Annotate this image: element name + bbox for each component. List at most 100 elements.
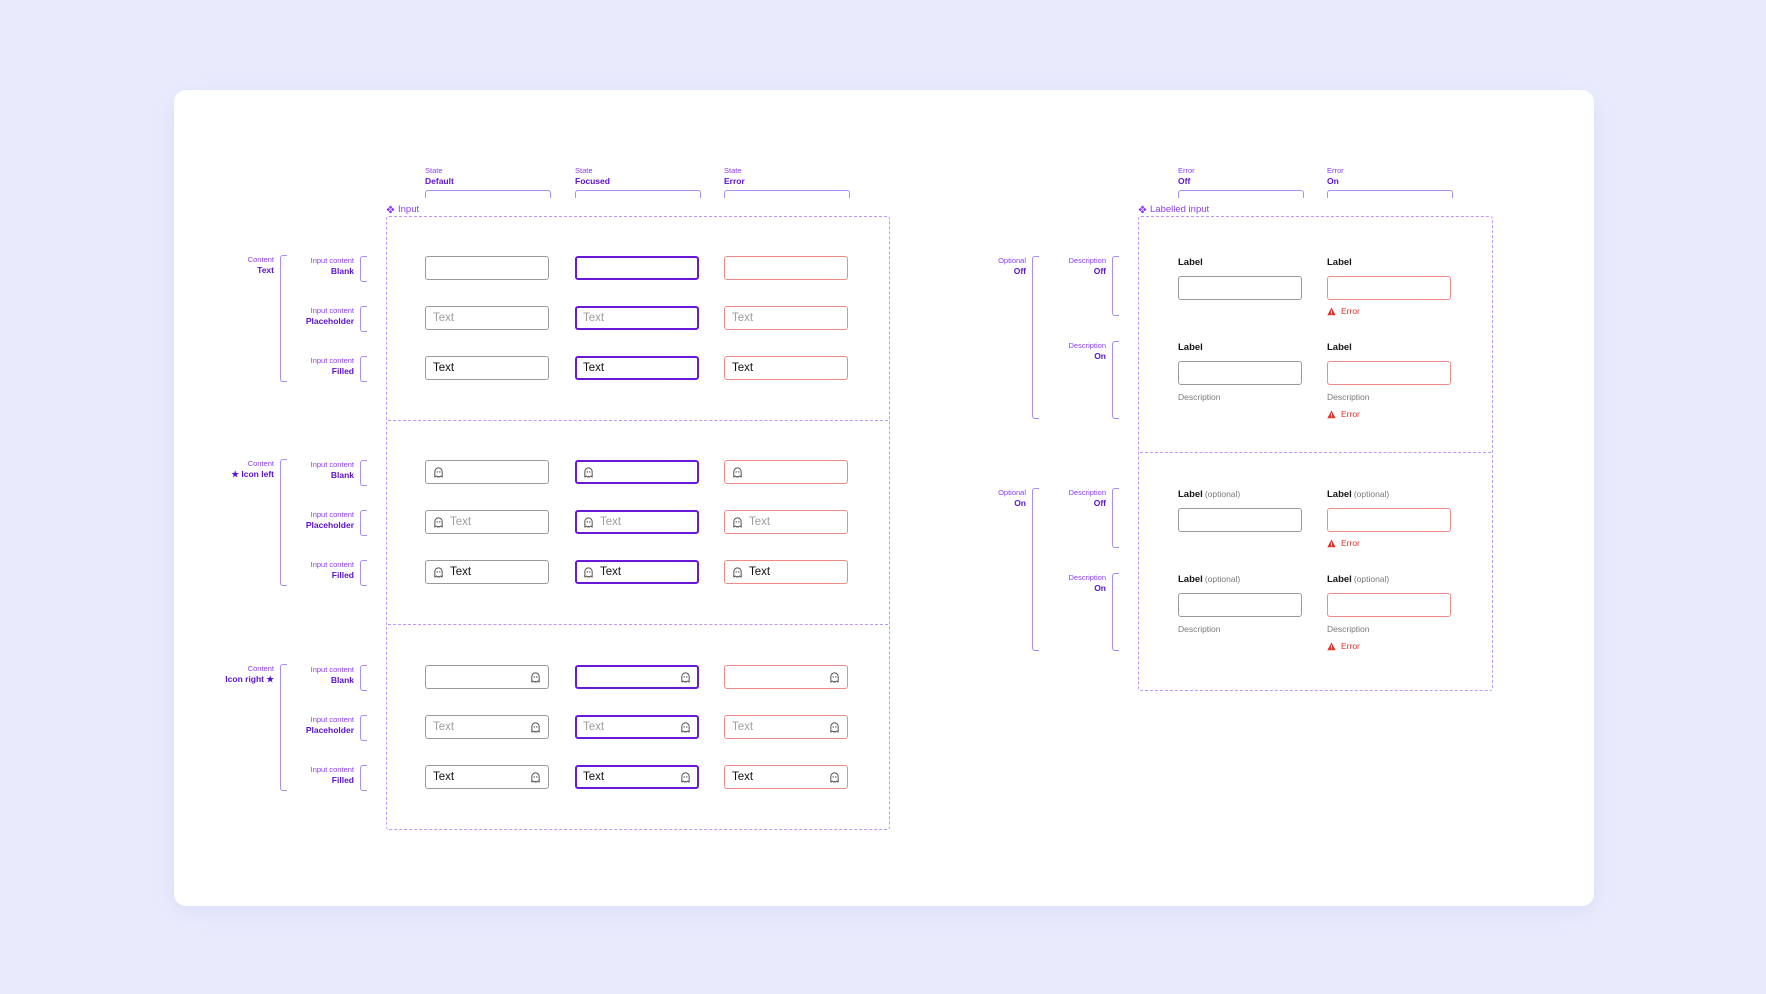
icon-left-input-focused-blank[interactable] bbox=[575, 460, 699, 484]
ghost-icon bbox=[732, 566, 743, 578]
icon-right-input-focused-placeholder[interactable]: Text bbox=[575, 715, 699, 739]
row-value-placeholder: Placeholder bbox=[305, 725, 354, 735]
group-key-content: Content bbox=[247, 459, 274, 468]
row-bracket bbox=[360, 715, 367, 741]
field-label: Label bbox=[1178, 342, 1203, 353]
filled-text: Text bbox=[732, 362, 754, 374]
ghost-icon bbox=[583, 566, 594, 578]
row-bracket bbox=[1112, 341, 1119, 419]
warning-triangle-icon bbox=[1327, 307, 1336, 315]
icon-left-input-focused-placeholder[interactable]: Text bbox=[575, 510, 699, 534]
text-input-default-blank[interactable] bbox=[425, 256, 549, 280]
group-value-optional-off: Off bbox=[1013, 266, 1026, 276]
row-value-description-off: Off bbox=[1093, 266, 1106, 276]
column-key-state-error: State bbox=[724, 166, 742, 175]
column-value-default: Default bbox=[425, 176, 454, 186]
group-value-icon-right: Icon right ★ bbox=[225, 674, 274, 684]
icon-right-input-error-blank[interactable] bbox=[724, 665, 848, 689]
column-key-error-off: Error bbox=[1178, 166, 1195, 175]
icon-left-input-default-placeholder[interactable]: Text bbox=[425, 510, 549, 534]
text-input-error-placeholder[interactable]: Text bbox=[724, 306, 848, 330]
filled-text: Text bbox=[600, 566, 622, 578]
icon-right-input-default-placeholder[interactable]: Text bbox=[425, 715, 549, 739]
text-input-error-blank[interactable] bbox=[724, 256, 848, 280]
group-key-optional: Optional bbox=[998, 256, 1026, 265]
row-value-placeholder: Placeholder bbox=[305, 520, 354, 530]
icon-right-input-error-placeholder[interactable]: Text bbox=[724, 715, 848, 739]
placeholder-text: Text bbox=[732, 312, 754, 324]
placeholder-text: Text bbox=[600, 516, 622, 528]
error-message: Error bbox=[1327, 538, 1360, 548]
filled-text: Text bbox=[433, 771, 455, 783]
row-key-input-content: Input content bbox=[310, 765, 354, 774]
icon-right-input-focused-blank[interactable] bbox=[575, 665, 699, 689]
row-bracket bbox=[360, 765, 367, 791]
icon-left-input-focused-filled[interactable]: Text bbox=[575, 560, 699, 584]
group-bracket bbox=[1032, 488, 1039, 651]
row-bracket bbox=[1112, 256, 1119, 316]
icon-right-input-default-blank[interactable] bbox=[425, 665, 549, 689]
group-divider bbox=[1140, 452, 1491, 453]
optional-suffix: (optional) bbox=[1353, 489, 1390, 499]
group-value-optional-on: On bbox=[1014, 498, 1026, 508]
row-key-input-content: Input content bbox=[310, 306, 354, 315]
labelled-input-default[interactable] bbox=[1178, 361, 1302, 385]
labelled-input-error[interactable] bbox=[1327, 593, 1451, 617]
row-value-description-on: On bbox=[1094, 583, 1106, 593]
icon-right-input-focused-filled[interactable]: Text bbox=[575, 765, 699, 789]
labelled-input-default[interactable] bbox=[1178, 276, 1302, 300]
icon-left-input-error-blank[interactable] bbox=[724, 460, 848, 484]
column-value-focused: Focused bbox=[575, 176, 610, 186]
column-bracket bbox=[1327, 190, 1453, 198]
ghost-icon bbox=[680, 721, 691, 733]
text-input-default-placeholder[interactable]: Text bbox=[425, 306, 549, 330]
text-input-focused-blank[interactable] bbox=[575, 256, 699, 280]
labelled-input-default[interactable] bbox=[1178, 593, 1302, 617]
field-description: Description bbox=[1178, 392, 1221, 402]
ghost-icon bbox=[680, 771, 691, 783]
ghost-icon bbox=[829, 721, 840, 733]
column-bracket bbox=[425, 190, 551, 198]
warning-triangle-icon bbox=[1327, 642, 1336, 650]
icon-right-input-error-filled[interactable]: Text bbox=[724, 765, 848, 789]
placeholder-text: Text bbox=[749, 516, 771, 528]
text-input-focused-filled[interactable]: Text bbox=[575, 356, 699, 380]
row-value-filled: Filled bbox=[331, 366, 354, 376]
placeholder-text: Text bbox=[433, 721, 455, 733]
labelled-input-error[interactable] bbox=[1327, 361, 1451, 385]
group-key-optional: Optional bbox=[998, 488, 1026, 497]
labelled-input-error[interactable] bbox=[1327, 276, 1451, 300]
icon-right-input-default-filled[interactable]: Text bbox=[425, 765, 549, 789]
row-key-input-content: Input content bbox=[310, 715, 354, 724]
row-bracket bbox=[1112, 573, 1119, 651]
labelled-input-default[interactable] bbox=[1178, 508, 1302, 532]
error-message: Error bbox=[1327, 641, 1360, 651]
frame-title-labelled-input[interactable]: Labelled input bbox=[1138, 204, 1209, 215]
row-bracket bbox=[360, 510, 367, 536]
row-bracket bbox=[1112, 488, 1119, 548]
component-icon bbox=[386, 205, 395, 214]
row-bracket bbox=[360, 460, 367, 486]
icon-left-input-default-blank[interactable] bbox=[425, 460, 549, 484]
icon-left-input-error-placeholder[interactable]: Text bbox=[724, 510, 848, 534]
field-label: Label (optional) bbox=[1327, 574, 1390, 585]
ghost-icon bbox=[530, 771, 541, 783]
row-key-description: Description bbox=[1068, 573, 1106, 582]
row-bracket bbox=[360, 256, 367, 282]
column-bracket bbox=[724, 190, 850, 198]
field-label: Label bbox=[1178, 257, 1203, 268]
icon-left-input-error-filled[interactable]: Text bbox=[724, 560, 848, 584]
ghost-icon bbox=[530, 721, 541, 733]
text-input-error-filled[interactable]: Text bbox=[724, 356, 848, 380]
text-input-focused-placeholder[interactable]: Text bbox=[575, 306, 699, 330]
frame-title-input[interactable]: Input bbox=[386, 204, 419, 215]
column-value-error: Error bbox=[724, 176, 745, 186]
text-input-default-filled[interactable]: Text bbox=[425, 356, 549, 380]
filled-text: Text bbox=[583, 362, 605, 374]
row-key-description: Description bbox=[1068, 256, 1106, 265]
optional-suffix: (optional) bbox=[1204, 489, 1241, 499]
field-label: Label (optional) bbox=[1178, 489, 1241, 500]
row-value-description-off: Off bbox=[1093, 498, 1106, 508]
icon-left-input-default-filled[interactable]: Text bbox=[425, 560, 549, 584]
labelled-input-error[interactable] bbox=[1327, 508, 1451, 532]
